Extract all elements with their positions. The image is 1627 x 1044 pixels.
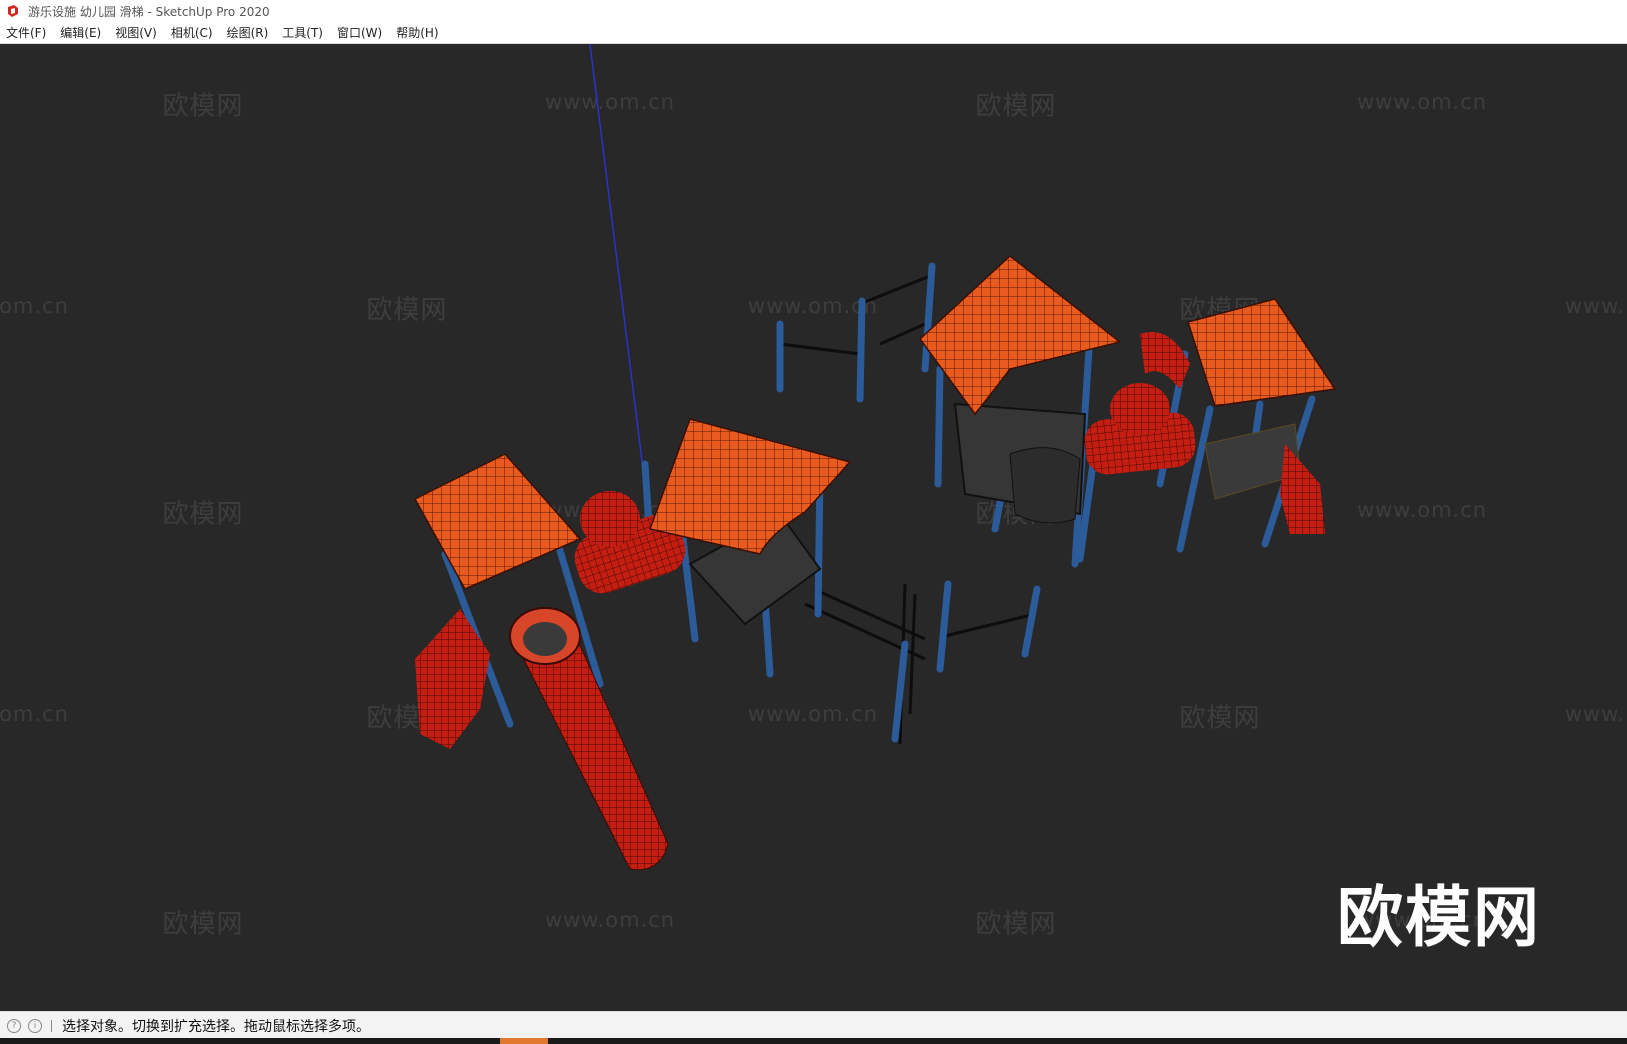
status-divider <box>51 1019 52 1032</box>
geo-location-icon[interactable]: ? <box>7 1018 21 1033</box>
status-bar: ? i 选择对象。切换到扩充选择。拖动鼠标选择多项。 <box>0 1011 1627 1039</box>
model-viewport[interactable]: 欧模网 www.om.cn 欧模网 www.om.cn om.cn 欧模网 ww… <box>0 44 1627 1011</box>
sketchup-app-icon <box>8 5 18 17</box>
right-tunnel-end <box>1110 383 1170 435</box>
info-icon[interactable]: i <box>28 1018 42 1033</box>
tube-slide <box>514 633 669 871</box>
bottom-tab-indicator <box>500 1038 548 1044</box>
menu-view[interactable]: 视图(V) <box>108 24 164 41</box>
title-bar: 游乐设施 幼儿园 滑梯 - SketchUp Pro 2020 <box>0 0 1627 22</box>
menu-camera[interactable]: 相机(C) <box>164 24 220 41</box>
menu-draw[interactable]: 绘图(R) <box>220 24 276 41</box>
window-title: 游乐设施 幼儿园 滑梯 - SketchUp Pro 2020 <box>28 4 270 19</box>
right-gable-roof <box>918 255 1122 416</box>
menu-help[interactable]: 帮助(H) <box>389 24 445 41</box>
right-slide <box>1140 332 1190 389</box>
blue-axis-line <box>589 44 644 470</box>
right-hip-roof <box>1187 298 1337 407</box>
menu-edit[interactable]: 编辑(E) <box>53 24 108 41</box>
right-drum <box>1009 447 1081 524</box>
menu-bar: 文件(F) 编辑(E) 视图(V) 相机(C) 绘图(R) 工具(T) 窗口(W… <box>0 22 1627 44</box>
menu-file[interactable]: 文件(F) <box>0 24 53 41</box>
brand-logo: 欧模网 <box>1337 879 1541 956</box>
menu-tools[interactable]: 工具(T) <box>275 24 330 41</box>
left-hip-roof <box>413 453 582 590</box>
status-message: 选择对象。切换到扩充选择。拖动鼠标选择多项。 <box>62 1018 370 1035</box>
bottom-strip <box>0 1038 1627 1044</box>
left-end-panel <box>415 609 490 749</box>
right-end-panel <box>1280 444 1325 534</box>
left-tunnel-end <box>580 491 640 547</box>
menu-window[interactable]: 窗口(W) <box>330 24 389 41</box>
